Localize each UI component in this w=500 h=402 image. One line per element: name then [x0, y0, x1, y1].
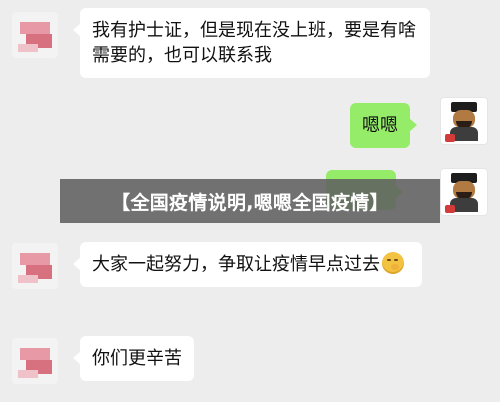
contact-avatar[interactable] — [12, 12, 58, 58]
message-text: 大家一起努力，争取让疫情早点过去 — [92, 254, 380, 275]
contact-avatar[interactable] — [12, 243, 58, 289]
message-bubble[interactable]: 大家一起努力，争取让疫情早点过去 — [73, 242, 422, 287]
message-bubble[interactable]: 我有护士证，但是现在没上班，要是有啥需要的，也可以联系我 — [73, 8, 430, 78]
title-banner: 【全国疫情说明,嗯嗯全国疫情】 — [60, 179, 440, 223]
message-text: 嗯嗯 — [362, 115, 398, 136]
message-bubble[interactable]: 嗯嗯 — [350, 103, 417, 148]
self-avatar[interactable] — [440, 168, 488, 216]
banner-text: 【全国疫情说明,嗯嗯全国疫情】 — [111, 191, 389, 214]
message-text: 我有护士证，但是现在没上班，要是有啥需要的，也可以联系我 — [92, 20, 416, 66]
message-text: 你们更辛苦 — [92, 348, 182, 369]
message-bubble[interactable]: 你们更辛苦 — [73, 336, 194, 381]
thinking-face-icon — [382, 252, 404, 274]
contact-avatar[interactable] — [12, 338, 58, 384]
self-avatar[interactable] — [440, 97, 488, 145]
